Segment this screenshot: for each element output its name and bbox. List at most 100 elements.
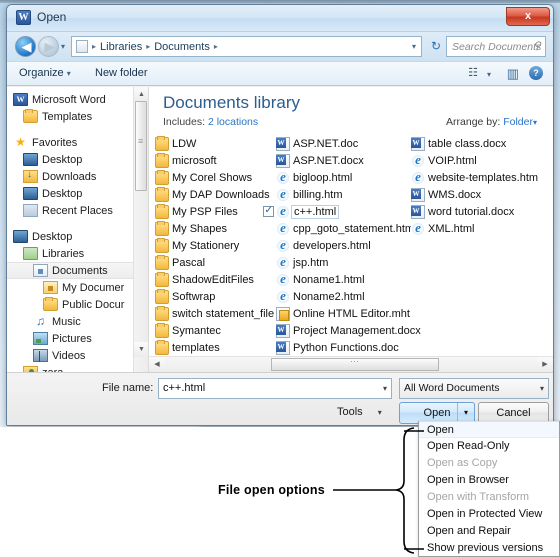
locations-link[interactable]: 2 locations [208, 116, 258, 128]
chevron-down-icon[interactable]: ▾ [533, 118, 537, 127]
file-list-pane: Documents library Includes: 2 locations … [149, 87, 553, 372]
refresh-icon[interactable]: ↻ [426, 36, 446, 57]
breadcrumb[interactable]: ▸ Libraries ▸ Documents ▸ ▾ [71, 36, 422, 57]
file-list-item[interactable]: Symantec [153, 322, 261, 339]
filetype-dropdown[interactable]: All Word Documents (*.docx;*.d ▾ [399, 378, 549, 399]
file-list-item[interactable]: word tutorial.docx [409, 203, 549, 220]
hscroll-thumb[interactable] [271, 356, 439, 371]
file-list-item[interactable]: table class.docx [409, 135, 549, 152]
file-list-item[interactable]: My Stationery [153, 237, 261, 254]
file-list-item[interactable]: Project Management.docx [261, 322, 421, 339]
chevron-down-icon[interactable]: ▾ [540, 379, 544, 398]
file-list-item[interactable]: VOIP.html [409, 152, 549, 169]
scroll-left-icon[interactable]: ◀ [149, 357, 165, 372]
file-list-item[interactable]: microsoft [153, 152, 261, 169]
forward-button[interactable]: ▶ [38, 36, 59, 57]
chevron-down-icon[interactable]: ▾ [487, 70, 491, 79]
file-list-item[interactable]: ShadowEditFiles [153, 271, 261, 288]
sidebar-item-desktop[interactable]: Desktop [7, 228, 148, 245]
file-list-item[interactable]: Softwrap [153, 288, 261, 305]
menu-item-open-in-browser[interactable]: Open in Browser [419, 472, 559, 489]
file-list-item[interactable]: website-templates.htm [409, 169, 549, 186]
file-list-item[interactable]: ASP.NET.docx [261, 152, 409, 169]
arrange-value[interactable]: Folder [503, 116, 533, 128]
sidebar-item-label: Documents [52, 264, 108, 277]
open-options-menu: Open Open Read-Only Open as Copy Open in Br… [418, 421, 560, 557]
breadcrumb-libraries[interactable]: Libraries [98, 41, 144, 53]
file-list-item[interactable]: My PSP Files [153, 203, 261, 220]
menu-item-open-and-repair[interactable]: Open and Repair [419, 523, 559, 540]
sidebar-item-pictures[interactable]: Pictures [7, 330, 148, 347]
history-dropdown-icon[interactable]: ▾ [61, 42, 65, 51]
file-list-item[interactable]: jsp.htm [261, 254, 409, 271]
new-folder-button[interactable]: New folder [95, 67, 148, 79]
sidebar-item-zara[interactable]: zara [7, 364, 148, 372]
sidebar-item-templates[interactable]: Templates [7, 108, 148, 125]
sidebar-item-libraries[interactable]: Libraries [7, 245, 148, 262]
sidebar-item-favorites[interactable]: ★ Favorites [7, 134, 148, 151]
sidebar-item-desktop[interactable]: Desktop [7, 151, 148, 168]
tools-button[interactable]: Tools ▾ [337, 406, 382, 418]
folder-icon [155, 203, 169, 219]
file-list-item[interactable]: bigloop.html [261, 169, 409, 186]
menu-item-open[interactable]: Open [419, 421, 559, 438]
breadcrumb-documents[interactable]: Documents [152, 41, 212, 53]
scroll-up-icon[interactable]: ▲ [134, 87, 148, 102]
file-list-item[interactable]: Pascal [153, 254, 261, 271]
file-list-item[interactable]: templates [153, 339, 261, 356]
file-list-item[interactable]: My Shapes [153, 220, 261, 237]
file-list-item[interactable]: cpp_goto_statement.htm [261, 220, 414, 237]
file-name-label: Noname2.html [293, 290, 365, 303]
sidebar-item-microsoft-word[interactable]: W Microsoft Word [7, 91, 148, 108]
sidebar-item-my-documer[interactable]: My Documer [7, 279, 148, 296]
chevron-down-icon[interactable]: ▾ [412, 42, 416, 51]
file-list-item[interactable]: My Corel Shows [153, 169, 261, 186]
file-name-label: LDW [172, 137, 197, 150]
file-list-item[interactable]: ASP.NET.doc [261, 135, 409, 152]
help-icon[interactable]: ? [529, 66, 543, 80]
file-list-item[interactable]: Noname1.html [261, 271, 409, 288]
file-list-item[interactable]: XML.html [409, 220, 549, 237]
arrange-label: Arrange by: [446, 116, 501, 128]
view-mode-icon[interactable]: ☷ [468, 66, 478, 79]
file-columns: LDW microsoft My Corel Shows My DAP Downloa… [153, 135, 549, 372]
file-list-item[interactable]: switch statement_file [153, 305, 274, 322]
folder-icon [155, 169, 169, 185]
search-input[interactable]: Search Documents ⚲ [446, 36, 546, 57]
menu-item-show-previous-versions[interactable]: Show previous versions [419, 540, 559, 557]
filename-input[interactable]: c++.html ▾ [158, 378, 392, 399]
file-list-item[interactable]: WMS.docx [409, 186, 549, 203]
close-button[interactable]: x [506, 7, 550, 26]
file-list-item[interactable]: c++.html [261, 203, 409, 220]
sidebar-item-desktop[interactable]: Desktop [7, 185, 148, 202]
file-list-item[interactable]: Noname2.html [261, 288, 409, 305]
menu-item-open-read-only[interactable]: Open Read-Only [419, 438, 559, 455]
scroll-right-icon[interactable]: ▶ [537, 357, 553, 372]
file-list-item[interactable]: developers.html [261, 237, 409, 254]
sidebar-item-recent-places[interactable]: Recent Places [7, 202, 148, 219]
word-icon: W [13, 93, 28, 106]
file-list-item[interactable]: LDW [153, 135, 261, 152]
back-button[interactable]: ◀ [15, 36, 36, 57]
sidebar-item-public-docur[interactable]: Public Docur [7, 296, 148, 313]
sidebar-item-music[interactable]: ♫ Music [7, 313, 148, 330]
ie-html-icon [276, 254, 290, 270]
organize-button[interactable]: Organize ▾ [19, 67, 71, 79]
file-list-item[interactable]: billing.htm [261, 186, 409, 203]
sidebar-item-videos[interactable]: Videos [7, 347, 148, 364]
file-name-label: My PSP Files [172, 205, 238, 218]
file-list-item[interactable]: Online HTML Editor.mht [261, 305, 410, 322]
sidebar-item-downloads[interactable]: Downloads [7, 168, 148, 185]
preview-pane-icon[interactable]: ▥ [507, 66, 519, 82]
file-list-item[interactable]: Python Functions.doc [261, 339, 409, 356]
file-list-hscrollbar[interactable]: ◀ ▶ [149, 356, 553, 372]
chevron-down-icon[interactable]: ▾ [383, 379, 387, 398]
scroll-down-icon[interactable]: ▼ [134, 342, 148, 357]
nav-scrollbar[interactable]: ▲ ▼ [133, 87, 148, 372]
menu-item-open-in-protected-view[interactable]: Open in Protected View [419, 506, 559, 523]
file-checkbox[interactable] [263, 205, 274, 217]
nav-scroll-thumb[interactable] [135, 101, 147, 191]
file-list-item[interactable]: My DAP Downloads [153, 186, 270, 203]
sidebar-item-documents[interactable]: Documents [7, 262, 148, 279]
open-split-caret-icon[interactable]: ▾ [457, 403, 474, 423]
